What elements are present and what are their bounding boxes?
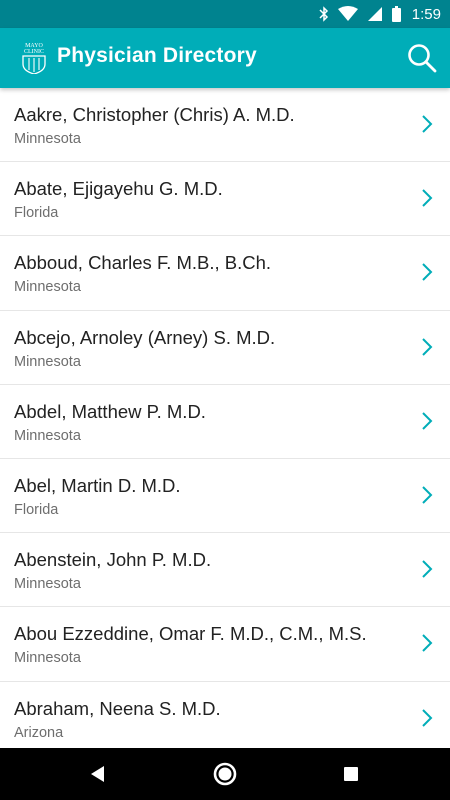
chevron-right-icon bbox=[422, 634, 433, 653]
physician-name: Abate, Ejigayehu G. M.D. bbox=[14, 178, 223, 200]
chevron-right-icon bbox=[422, 412, 433, 430]
physician-name: Abboud, Charles F. M.B., B.Ch. bbox=[14, 252, 272, 274]
back-button[interactable] bbox=[84, 760, 112, 788]
list-item[interactable]: Abate, Ejigayehu G. M.D. Florida bbox=[0, 162, 450, 237]
physician-name: Abel, Martin D. M.D. bbox=[14, 474, 181, 496]
list-item[interactable]: Abcejo, Arnoley (Arney) S. M.D. Minnesot… bbox=[0, 311, 450, 385]
chevron-right-icon bbox=[422, 189, 433, 207]
status-time: 1:59 bbox=[411, 5, 441, 23]
list-item[interactable]: Abenstein, John P. M.D. Minnesota bbox=[0, 533, 450, 608]
physician-state: Florida bbox=[14, 205, 59, 222]
recents-button[interactable] bbox=[337, 760, 365, 788]
svg-text:CLINIC: CLINIC bbox=[24, 49, 44, 55]
physician-name: Abdel, Matthew P. M.D. bbox=[14, 400, 206, 422]
battery-icon bbox=[391, 6, 401, 22]
list-item[interactable]: Abel, Martin D. M.D. Florida bbox=[0, 459, 450, 534]
physician-list[interactable]: Aakre, Christopher (Chris) A. M.D. Minne… bbox=[0, 88, 450, 748]
app-bar: MAYO CLINIC Physician Directory bbox=[0, 28, 450, 88]
chevron-right-icon bbox=[422, 560, 433, 578]
physician-state: Florida bbox=[14, 501, 59, 518]
back-icon bbox=[91, 766, 104, 782]
physician-state: Arizona bbox=[14, 724, 64, 741]
navigation-bar bbox=[0, 748, 450, 800]
recents-icon bbox=[344, 767, 358, 781]
physician-state: Minnesota bbox=[14, 576, 81, 593]
bluetooth-icon bbox=[319, 6, 328, 22]
physician-state: Minnesota bbox=[14, 131, 81, 147]
search-icon bbox=[408, 44, 437, 73]
chevron-right-icon bbox=[422, 486, 433, 504]
home-button[interactable] bbox=[211, 760, 239, 788]
physician-state: Minnesota bbox=[14, 353, 81, 370]
physician-name: Aakre, Christopher (Chris) A. M.D. bbox=[14, 104, 295, 125]
search-button[interactable] bbox=[404, 40, 440, 76]
list-item[interactable]: Abboud, Charles F. M.B., B.Ch. Minnesota bbox=[0, 236, 450, 311]
chevron-right-icon bbox=[422, 115, 433, 133]
physician-name: Abou Ezzeddine, Omar F. M.D., C.M., M.S. bbox=[14, 623, 367, 645]
mayo-clinic-logo: MAYO CLINIC bbox=[22, 43, 46, 74]
signal-icon bbox=[367, 7, 382, 21]
status-bar: 1:59 bbox=[0, 0, 450, 28]
physician-state: Minnesota bbox=[14, 279, 81, 296]
physician-name: Abraham, Neena S. M.D. bbox=[14, 697, 221, 719]
list-item[interactable]: Aakre, Christopher (Chris) A. M.D. Minne… bbox=[0, 88, 450, 163]
chevron-right-icon bbox=[422, 337, 433, 356]
chevron-right-icon bbox=[422, 708, 433, 727]
list-item[interactable]: Abdel, Matthew P. M.D. Minnesota bbox=[0, 385, 450, 459]
wifi-icon bbox=[337, 6, 358, 21]
home-icon bbox=[213, 762, 237, 786]
list-item[interactable]: Abou Ezzeddine, Omar F. M.D., C.M., M.S.… bbox=[0, 607, 450, 682]
list-item[interactable]: Abraham, Neena S. M.D. Arizona bbox=[0, 682, 450, 749]
physician-state: Minnesota bbox=[14, 650, 81, 667]
physician-name: Abcejo, Arnoley (Arney) S. M.D. bbox=[14, 326, 276, 348]
physician-name: Abenstein, John P. M.D. bbox=[14, 549, 212, 571]
chevron-right-icon bbox=[422, 263, 433, 282]
page-title: Physician Directory bbox=[57, 44, 257, 67]
physician-state: Minnesota bbox=[14, 427, 81, 444]
